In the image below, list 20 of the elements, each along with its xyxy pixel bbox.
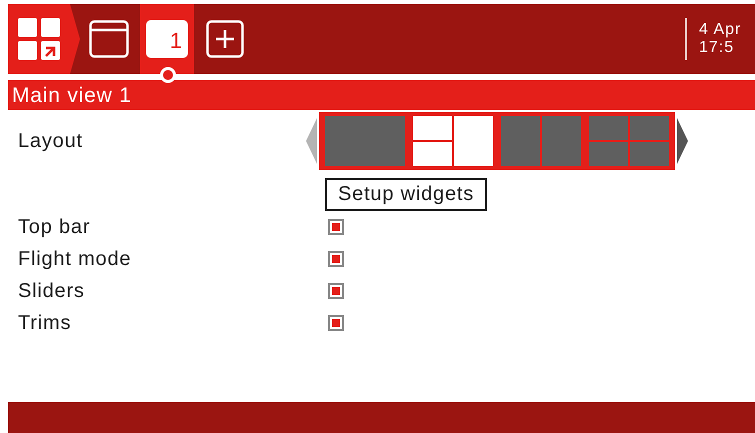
checkbox[interactable] <box>328 315 344 331</box>
right-arrow-icon[interactable] <box>677 118 688 164</box>
field-label: Layout <box>18 130 84 152</box>
checkbox[interactable] <box>328 251 344 267</box>
date-text: 4 Apr <box>699 21 742 39</box>
plus-icon <box>206 20 244 58</box>
option-label: Trims <box>18 312 72 334</box>
view-title: Main view 1 <box>8 80 755 110</box>
setup-widgets-button[interactable]: Setup widgets <box>325 178 488 211</box>
option-label: Top bar <box>18 216 92 238</box>
apps-grid-icon <box>18 18 60 60</box>
checkbox[interactable] <box>328 283 344 299</box>
clock-text: 17:5 <box>699 39 736 57</box>
view-tab[interactable]: 1 <box>140 4 194 74</box>
checkbox[interactable] <box>328 219 344 235</box>
layout-option[interactable] <box>413 116 493 166</box>
window-icon <box>89 20 129 58</box>
option-label: Flight mode <box>18 248 132 270</box>
option-label: Sliders <box>18 280 86 302</box>
menu-button[interactable] <box>8 4 80 74</box>
